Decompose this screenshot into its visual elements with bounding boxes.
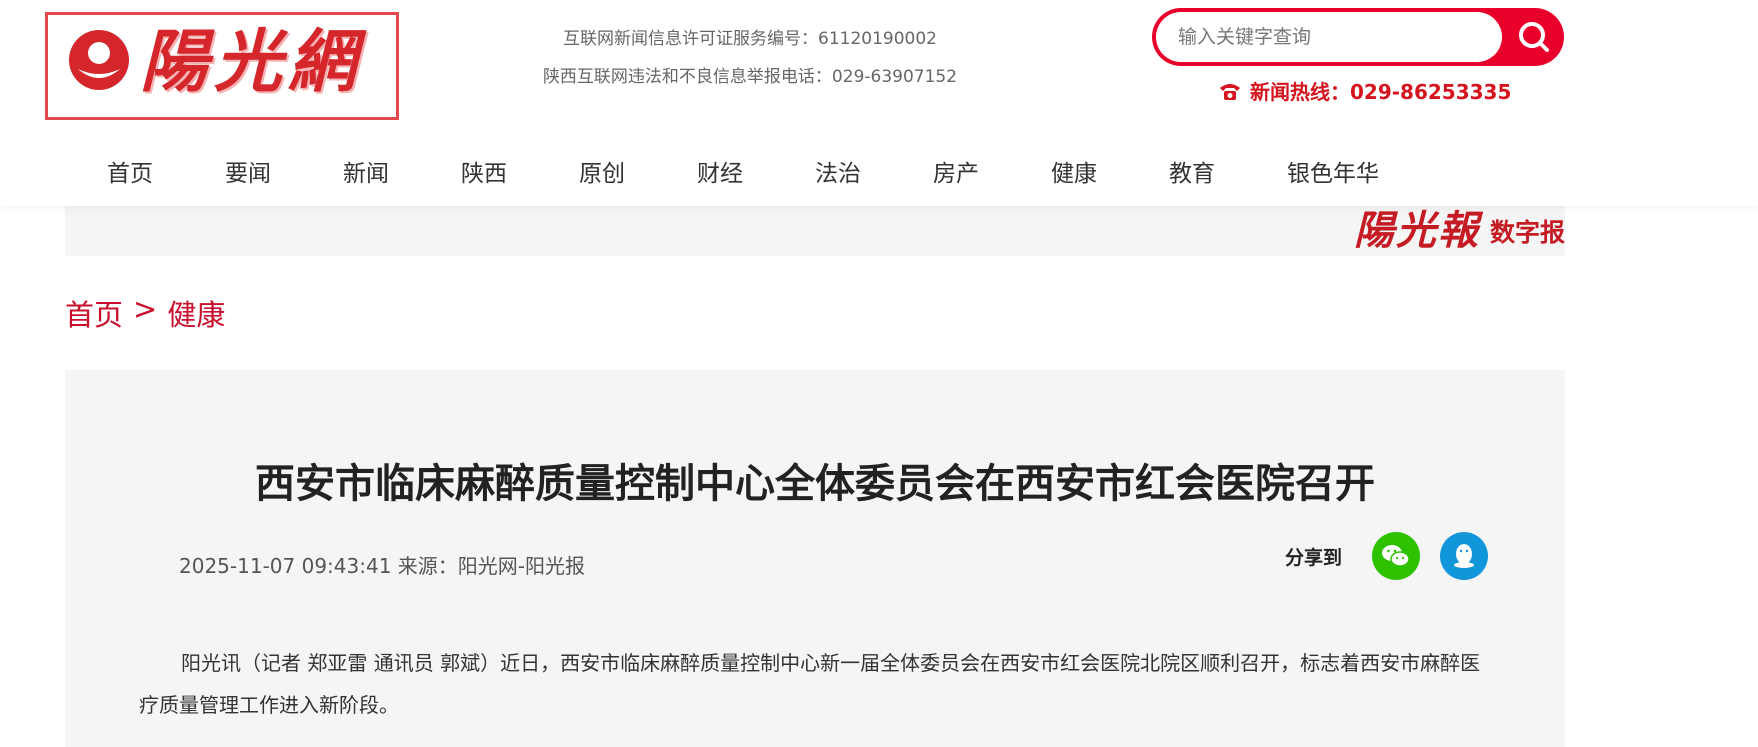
- search-bar: [1152, 8, 1564, 66]
- hotline-text: 新闻热线：029-86253335: [1250, 80, 1512, 104]
- article-container: 西安市临床麻醉质量控制中心全体委员会在西安市红会医院召开 2025-11-07 …: [65, 370, 1565, 747]
- article-meta: 2025-11-07 09:43:41 来源：阳光网-阳光报: [179, 554, 585, 578]
- sun-logo-icon: [69, 30, 129, 90]
- qq-icon: [1454, 544, 1475, 568]
- breadcrumb: 首页 > 健康: [65, 292, 225, 334]
- nav-item-realestate[interactable]: 房产: [933, 150, 979, 198]
- article-paragraph: 阳光讯（记者 郑亚雷 通讯员 郭斌）近日，西安市临床麻醉质量控制中心新一届全体委…: [139, 651, 1481, 717]
- nav-item-news[interactable]: 新闻: [343, 150, 389, 198]
- breadcrumb-home[interactable]: 首页: [65, 292, 123, 334]
- nav-item-headlines[interactable]: 要闻: [225, 150, 271, 198]
- share-wechat-button[interactable]: [1372, 532, 1421, 580]
- license-info: 互联网新闻信息许可证服务编号：61120190002 陕西互联网违法和不良信息举…: [500, 20, 1000, 96]
- report-phone: 陕西互联网违法和不良信息举报电话：029-63907152: [542, 67, 958, 87]
- search-button[interactable]: [1504, 8, 1564, 66]
- breadcrumb-separator: >: [133, 292, 158, 326]
- license-number: 互联网新闻信息许可证服务编号：61120190002: [563, 29, 937, 49]
- nav-item-law[interactable]: 法治: [815, 150, 861, 198]
- main-nav: 首页 要闻 新闻 陕西 原创 财经 法治 房产 健康 教育 银色年华: [65, 150, 1545, 198]
- phone-icon: [1220, 83, 1240, 100]
- epaper-label: 数字报: [1489, 218, 1565, 247]
- share-qq-button[interactable]: [1440, 532, 1489, 580]
- nav-item-education[interactable]: 教育: [1169, 150, 1215, 198]
- nav-item-home[interactable]: 首页: [107, 150, 153, 198]
- breadcrumb-current[interactable]: 健康: [167, 292, 225, 334]
- page: 陽光網 互联网新闻信息许可证服务编号：61120190002 陕西互联网违法和不…: [0, 0, 1758, 747]
- search-icon: [1519, 22, 1549, 52]
- news-hotline: 新闻热线：029-86253335: [1218, 76, 1511, 105]
- share-bar: 分享到: [1285, 532, 1508, 580]
- logo-text: 陽光網: [140, 22, 363, 102]
- article-title: 西安市临床麻醉质量控制中心全体委员会在西安市红会医院召开: [255, 461, 1375, 507]
- nav-item-silver-years[interactable]: 银色年华: [1287, 150, 1379, 198]
- site-logo[interactable]: 陽光網: [45, 12, 399, 120]
- banner-strip: 陽光報 数字报: [65, 206, 1565, 256]
- wechat-icon: [1382, 545, 1410, 567]
- nav-item-finance[interactable]: 财经: [697, 150, 743, 198]
- nav-item-shaanxi[interactable]: 陕西: [461, 150, 507, 198]
- epaper-link[interactable]: 陽光報 数字报: [1354, 206, 1565, 256]
- share-label: 分享到: [1285, 546, 1343, 569]
- search-input[interactable]: [1156, 12, 1502, 62]
- nav-item-original[interactable]: 原创: [579, 150, 625, 198]
- epaper-logo: 陽光報: [1353, 207, 1480, 254]
- nav-item-health[interactable]: 健康: [1051, 150, 1097, 198]
- site-header: 陽光網 互联网新闻信息许可证服务编号：61120190002 陕西互联网违法和不…: [0, 0, 1758, 206]
